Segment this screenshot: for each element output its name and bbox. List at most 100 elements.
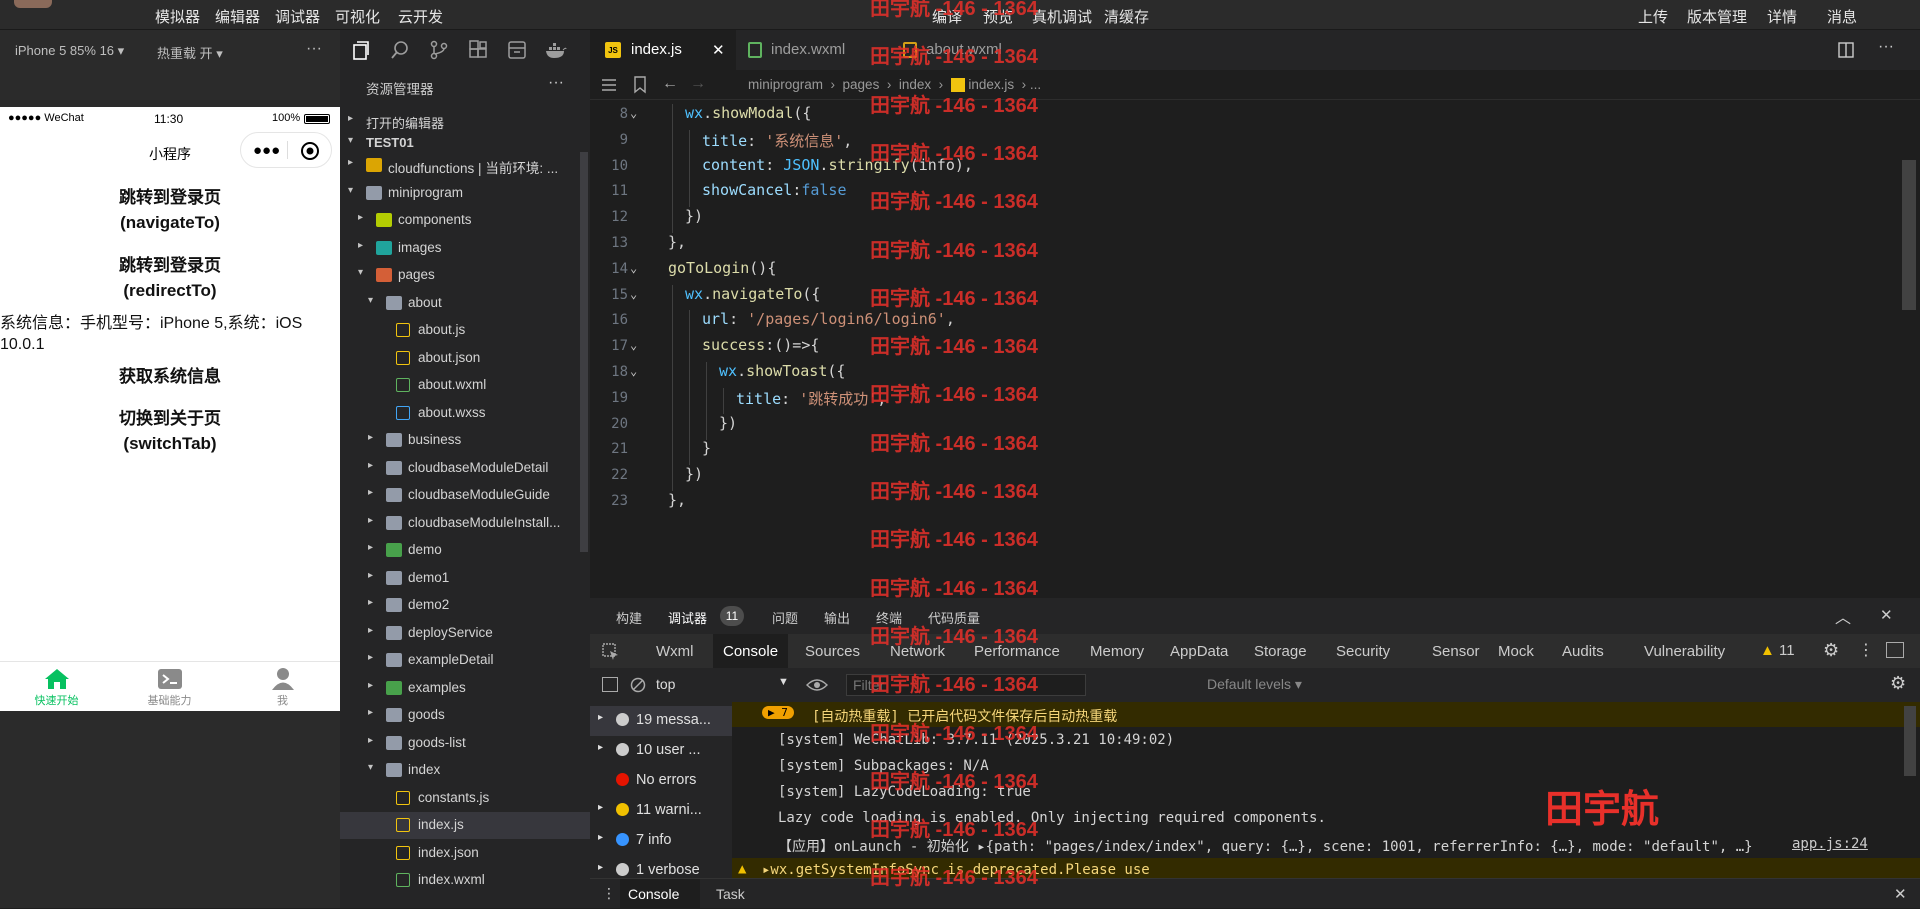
drawer-tab-console[interactable]: Console: [620, 879, 700, 909]
tree-item[interactable]: ▸ images: [340, 235, 590, 262]
tree-item[interactable]: ▾ miniprogram: [340, 180, 590, 207]
files-icon[interactable]: [351, 40, 371, 60]
expand-arrow-icon[interactable]: ▸: [598, 742, 603, 753]
tree-item[interactable]: ▸ business: [340, 427, 590, 454]
tree-item[interactable]: ▸ goods: [340, 702, 590, 729]
redirect-to-login-button[interactable]: 跳转到登录页 (redirectTo): [0, 253, 340, 303]
outline-icon[interactable]: [601, 78, 617, 92]
menu-details[interactable]: 详情: [1767, 6, 1797, 27]
tab-index-wxml[interactable]: index.wxml: [736, 30, 891, 70]
devtools-tab[interactable]: Audits: [1562, 643, 1604, 660]
warning-count-icon[interactable]: ▲ 11: [1760, 642, 1795, 659]
eye-icon[interactable]: [806, 677, 828, 693]
log-levels-select[interactable]: Default levels ▾: [1207, 676, 1302, 693]
devtools-tab[interactable]: Security: [1336, 643, 1390, 660]
hot-reload-toggle[interactable]: 热重载 开 ▾: [157, 43, 223, 62]
fold-chevron-icon[interactable]: ⌄: [630, 338, 637, 352]
tree-item[interactable]: ▸ cloudbaseModuleInstall...: [340, 510, 590, 537]
tree-item[interactable]: ▸ cloudbaseModuleGuide: [340, 482, 590, 509]
menu-version[interactable]: 版本管理: [1687, 6, 1747, 27]
tree-item[interactable]: about.json: [340, 345, 590, 372]
tree-item[interactable]: ▸ demo: [340, 537, 590, 564]
panel-tab-problems[interactable]: 问题: [772, 608, 798, 627]
editor-more-button[interactable]: ···: [1878, 38, 1894, 56]
console-filter-item[interactable]: No errors: [590, 766, 732, 796]
source-control-icon[interactable]: [429, 40, 449, 60]
tree-item[interactable]: ▸ demo2: [340, 592, 590, 619]
simulator-more-button[interactable]: ···: [306, 40, 322, 58]
devtools-tab[interactable]: Mock: [1498, 643, 1534, 660]
tab-index-js[interactable]: JS index.js ✕: [590, 30, 736, 70]
tree-item[interactable]: ▸ exampleDetail: [340, 647, 590, 674]
fold-chevron-icon[interactable]: ⌄: [630, 261, 637, 275]
devtools-tab[interactable]: Wxml: [656, 643, 694, 660]
devtools-tab[interactable]: Memory: [1090, 643, 1144, 660]
tree-item[interactable]: ▸ demo1: [340, 565, 590, 592]
forward-arrow-icon[interactable]: →: [690, 75, 706, 93]
switch-to-about-button[interactable]: 切换到关于页 (switchTab): [0, 406, 340, 456]
context-select[interactable]: top ▼: [656, 676, 792, 696]
avatar[interactable]: [14, 0, 52, 8]
panel-tab-build[interactable]: 构建: [616, 608, 642, 627]
split-editor-icon[interactable]: [1838, 42, 1854, 58]
tree-item[interactable]: ▸ cloudfunctions | 当前环境: ...: [340, 152, 590, 179]
fold-chevron-icon[interactable]: ⌄: [630, 287, 637, 301]
close-drawer-icon[interactable]: ✕: [1894, 885, 1907, 903]
tree-item[interactable]: about.wxss: [340, 400, 590, 427]
chevron-up-icon[interactable]: ︿: [1835, 604, 1851, 628]
devtools-tab[interactable]: Sensor: [1432, 643, 1480, 660]
tab-quick-start[interactable]: 快速开始: [0, 662, 113, 712]
console-filter-item[interactable]: ▸ 11 warni...: [590, 796, 732, 826]
tree-item[interactable]: about.js: [340, 317, 590, 344]
expand-arrow-icon[interactable]: ▸: [598, 862, 603, 873]
docker-icon[interactable]: [545, 40, 567, 60]
console-filter-item[interactable]: ▸ 10 user ...: [590, 736, 732, 766]
explorer-scrollbar[interactable]: [580, 152, 588, 552]
settings-gear-icon[interactable]: ⚙: [1823, 640, 1839, 661]
search-icon[interactable]: [390, 40, 410, 60]
fold-chevron-icon[interactable]: ⌄: [630, 364, 637, 378]
menu-debugger[interactable]: 调试器: [275, 6, 320, 27]
message-count-badge[interactable]: ▶ 7: [762, 706, 794, 719]
devtools-tab[interactable]: Sources: [805, 643, 860, 660]
sidebar-toggle-icon[interactable]: [602, 677, 618, 692]
tab-me[interactable]: 我: [226, 662, 339, 712]
close-tab-icon[interactable]: ✕: [712, 41, 725, 59]
tree-item[interactable]: ▾ about: [340, 290, 590, 317]
tree-item[interactable]: index.json: [340, 840, 590, 867]
drawer-tab-task[interactable]: Task: [716, 886, 745, 902]
extensions-icon[interactable]: [468, 40, 488, 60]
editor-scrollbar[interactable]: [1902, 160, 1916, 310]
capsule-close-icon[interactable]: [300, 141, 320, 161]
capsule-menu[interactable]: ●●●: [240, 132, 332, 168]
devtools-more-icon[interactable]: ⋮: [1858, 640, 1874, 660]
panel-tab-debugger[interactable]: 调试器: [668, 608, 707, 627]
console-scrollbar[interactable]: [1904, 706, 1916, 776]
menu-simulator[interactable]: 模拟器: [155, 6, 200, 27]
menu-clear-cache[interactable]: 清缓存: [1104, 6, 1149, 27]
tree-item[interactable]: about.wxml: [340, 372, 590, 399]
tree-item[interactable]: ▸ deployService: [340, 620, 590, 647]
device-select[interactable]: iPhone 5 85% 16 ▾: [15, 43, 124, 59]
devtools-tab[interactable]: AppData: [1170, 643, 1228, 660]
bookmark-icon[interactable]: [633, 76, 647, 94]
expand-arrow-icon[interactable]: ▸: [598, 802, 603, 813]
expand-arrow-icon[interactable]: ▸: [598, 832, 603, 843]
tab-basic-capability[interactable]: 基础能力: [113, 662, 226, 712]
get-system-info-button[interactable]: 获取系统信息: [0, 364, 340, 389]
back-arrow-icon[interactable]: ←: [662, 75, 678, 93]
code-editor[interactable]: 8 ⌄ wx.showModal({9 title: '系统信息', 10 content…: [590, 100, 1920, 598]
inspect-icon[interactable]: [602, 643, 620, 661]
tree-item[interactable]: constants.js: [340, 785, 590, 812]
expand-arrow-icon[interactable]: ▸: [598, 712, 603, 723]
close-panel-icon[interactable]: ✕: [1880, 606, 1893, 624]
console-filter-item[interactable]: ▸ 19 messa...: [590, 706, 732, 736]
navigate-to-login-button[interactable]: 跳转到登录页 (navigateTo): [0, 185, 340, 235]
menu-editor[interactable]: 编辑器: [215, 6, 260, 27]
tree-item[interactable]: index.js: [340, 812, 590, 839]
menu-cloud[interactable]: 云开发: [398, 6, 443, 27]
fold-chevron-icon[interactable]: ⌄: [630, 106, 637, 120]
tree-item[interactable]: ▾ index: [340, 757, 590, 784]
explorer-more-button[interactable]: ···: [548, 74, 564, 92]
tree-item[interactable]: ▾ pages: [340, 262, 590, 289]
